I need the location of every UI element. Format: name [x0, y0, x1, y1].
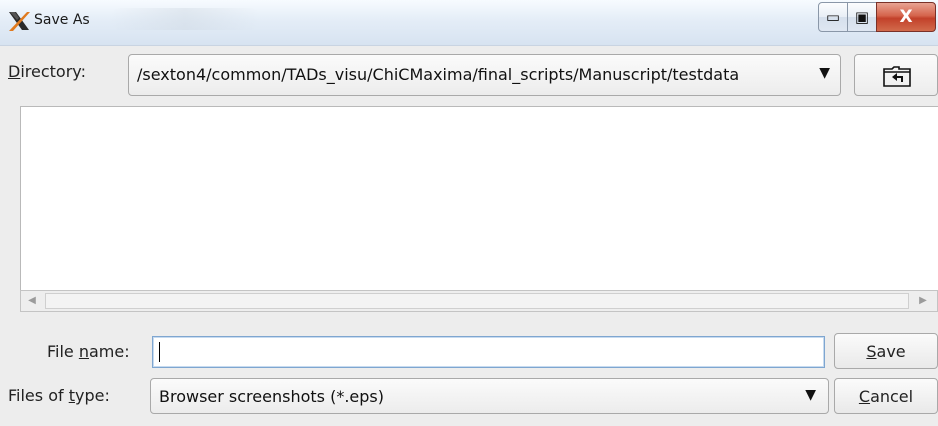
file-type-combobox[interactable]: Browser screenshots (*.eps) ▼	[150, 378, 829, 414]
minimize-icon: ▭	[825, 8, 841, 26]
window-title: Save As	[34, 12, 90, 28]
x-window-icon	[9, 12, 30, 31]
maximize-icon: ▣	[854, 8, 870, 26]
directory-label: Directory:	[8, 62, 86, 81]
scrollbar-track[interactable]	[45, 293, 909, 309]
titlebar-reflection	[110, 8, 260, 30]
cancel-button[interactable]: Cancel	[834, 378, 938, 414]
text-cursor	[159, 342, 160, 362]
save-as-dialog: Save As ▭ ▣ X Directory: /sexton4/common…	[0, 0, 938, 426]
save-button[interactable]: Save	[834, 333, 938, 369]
scroll-left-icon[interactable]: ◀	[24, 293, 40, 309]
file-type-label: Files of type:	[8, 386, 110, 405]
maximize-button[interactable]: ▣	[847, 2, 877, 32]
directory-combobox[interactable]: /sexton4/common/TADs_visu/ChiCMaxima/fin…	[128, 54, 841, 96]
horizontal-scrollbar[interactable]: ◀ ▶	[20, 290, 938, 312]
chevron-down-icon: ▼	[805, 387, 816, 403]
file-type-value: Browser screenshots (*.eps)	[159, 387, 384, 406]
title-bar[interactable]: Save As ▭ ▣ X	[0, 0, 938, 46]
scroll-right-icon[interactable]: ▶	[915, 293, 931, 309]
directory-path: /sexton4/common/TADs_visu/ChiCMaxima/fin…	[137, 65, 740, 84]
close-icon: X	[899, 7, 913, 27]
parent-directory-button[interactable]	[854, 54, 938, 96]
file-name-label: File name:	[47, 342, 130, 361]
file-name-input[interactable]	[152, 336, 825, 368]
chevron-down-icon: ▼	[819, 65, 830, 81]
minimize-button[interactable]: ▭	[818, 2, 848, 32]
file-list[interactable]	[20, 106, 938, 290]
close-button[interactable]: X	[876, 2, 936, 32]
folder-up-icon	[883, 66, 911, 87]
